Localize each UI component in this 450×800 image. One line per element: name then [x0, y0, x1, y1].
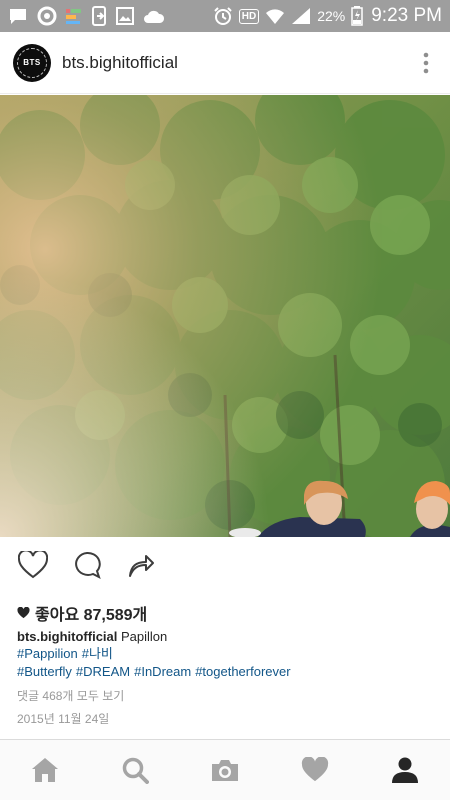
nav-camera-button[interactable] — [199, 744, 251, 796]
post-photo[interactable] — [0, 95, 450, 537]
likes-count: 좋아요 87,589개 — [35, 607, 148, 624]
clock: 9:23 PM — [371, 5, 442, 26]
hashtag-link[interactable]: #togetherforever — [195, 664, 290, 679]
battery-icon — [351, 6, 363, 26]
status-bar: HD 22% 9:23 PM — [0, 0, 450, 32]
small-heart-icon — [17, 607, 30, 619]
hashtag-link[interactable]: #DREAM — [76, 664, 130, 679]
hd-icon: HD — [238, 8, 260, 24]
hashtag-link[interactable]: #InDream — [134, 664, 191, 679]
view-all-comments-link[interactable]: 댓글 468개 모두 보기 — [17, 687, 124, 704]
nav-activity-button[interactable] — [289, 744, 341, 796]
post-header: BTS bts.bighitofficial — [0, 32, 450, 94]
heart-outline-icon — [18, 551, 48, 579]
comment-bubble-icon — [75, 551, 101, 579]
share-arrow-icon — [129, 555, 154, 577]
bottom-nav — [0, 739, 450, 800]
hashtags: #Pappilion #나비 #Butterfly #DREAM #InDream #to… — [17, 645, 317, 681]
post-date: 2015년 11월 24일 — [17, 712, 110, 726]
hashtag-link[interactable]: #Butterfly — [17, 664, 72, 679]
username[interactable]: bts.bighitofficial — [62, 53, 178, 73]
search-icon — [122, 757, 149, 784]
image-icon — [116, 6, 134, 26]
nav-search-button[interactable] — [109, 744, 161, 796]
signal-icon — [291, 6, 311, 26]
share-button[interactable] — [124, 548, 158, 582]
comment-button[interactable] — [70, 548, 104, 582]
heart-icon — [301, 757, 329, 782]
wifi-icon — [265, 6, 285, 26]
caption-text: Papillon — [121, 629, 168, 644]
more-vertical-icon — [423, 52, 429, 73]
chat-icon — [8, 6, 28, 26]
battery-percent: 22% — [317, 8, 346, 24]
post-actions — [0, 537, 450, 593]
profile-icon — [392, 757, 418, 783]
nav-home-button[interactable] — [19, 744, 71, 796]
cloud-icon — [143, 6, 165, 26]
avatar[interactable]: BTS — [13, 43, 51, 82]
bars-icon — [66, 6, 82, 26]
caption-username[interactable]: bts.bighitofficial — [17, 629, 117, 644]
alarm-icon — [213, 6, 233, 26]
more-options-button[interactable] — [406, 43, 446, 83]
likes-row[interactable]: 좋아요 87,589개 — [17, 601, 147, 625]
forest-image — [0, 95, 450, 537]
home-icon — [32, 758, 58, 782]
like-button[interactable] — [16, 548, 50, 582]
hashtag-link[interactable]: #나비 — [82, 646, 113, 661]
caption: bts.bighitofficial Papillon — [17, 628, 437, 646]
nav-profile-button[interactable] — [379, 744, 431, 796]
camera-icon — [212, 760, 238, 781]
circle-icon — [37, 6, 57, 26]
phone-icon — [91, 6, 107, 26]
hashtag-link[interactable]: #Pappilion — [17, 646, 78, 661]
avatar-logo-text: BTS — [23, 58, 41, 67]
